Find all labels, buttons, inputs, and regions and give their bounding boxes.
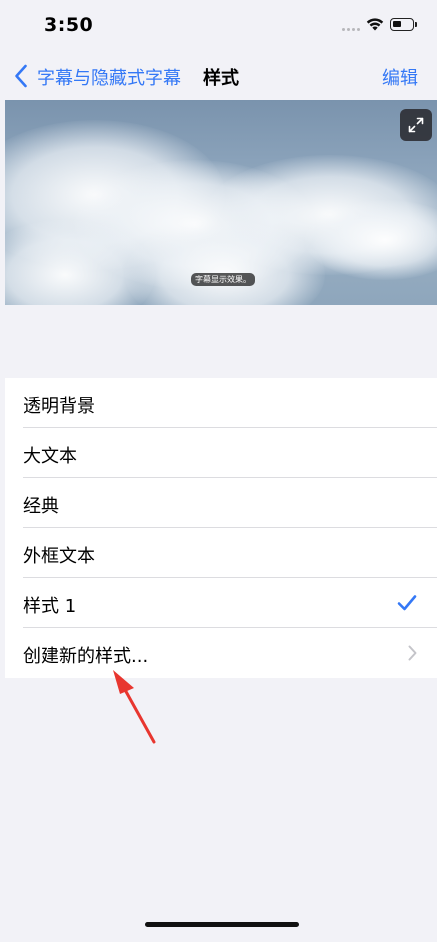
navigation-bar: 字幕与隐藏式字幕 样式 编辑: [0, 52, 437, 100]
chevron-right-icon: [408, 645, 417, 661]
checkmark-icon: [397, 595, 417, 611]
red-arrow-annotation: [113, 670, 156, 744]
style-list: 透明背景 大文本 经典 外框文本 样式 1 创建新的样式...: [5, 378, 437, 678]
style-row-classic[interactable]: 经典: [5, 478, 437, 528]
style-label: 外框文本: [23, 546, 95, 567]
style-row-outline-text[interactable]: 外框文本: [5, 528, 437, 578]
page-title: 样式: [203, 68, 239, 89]
status-time: 3:50: [44, 14, 94, 36]
style-row-transparent-background[interactable]: 透明背景: [5, 378, 437, 428]
wifi-icon: [366, 18, 384, 31]
style-label: 透明背景: [23, 396, 95, 417]
style-label: 样式 1: [23, 596, 77, 617]
back-button[interactable]: 字幕与隐藏式字幕: [37, 64, 181, 90]
subtitle-preview: 字幕显示效果。: [5, 100, 437, 305]
expand-button[interactable]: [400, 109, 432, 141]
create-new-style-row[interactable]: 创建新的样式...: [5, 628, 437, 678]
style-row-large-text[interactable]: 大文本: [5, 428, 437, 478]
cellular-signal-icon: [342, 28, 360, 31]
home-indicator: [145, 922, 299, 927]
style-label: 大文本: [23, 446, 77, 467]
chevron-left-icon[interactable]: [14, 64, 28, 88]
expand-icon: [408, 117, 424, 133]
style-label: 经典: [23, 496, 59, 517]
battery-icon: [390, 18, 414, 31]
subtitle-caption: 字幕显示效果。: [191, 273, 255, 286]
edit-button[interactable]: 编辑: [382, 64, 418, 90]
style-row-style-1[interactable]: 样式 1: [5, 578, 437, 628]
status-bar: 3:50: [0, 0, 437, 52]
